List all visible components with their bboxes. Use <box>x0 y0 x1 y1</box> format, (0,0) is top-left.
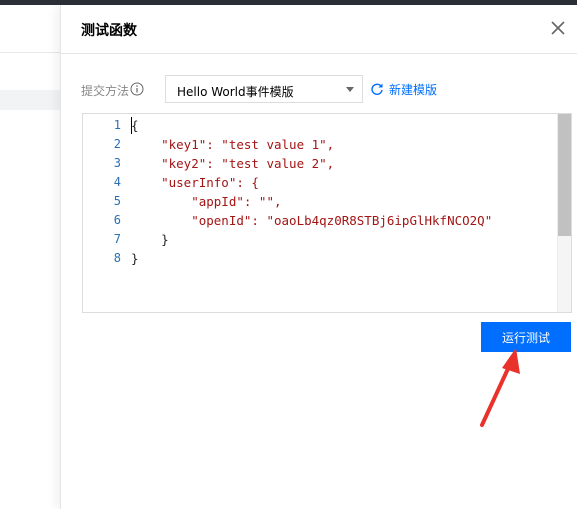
panel-title: 测试函数 <box>81 23 137 39</box>
line-number: 4 <box>113 175 121 189</box>
code-line: { <box>131 118 139 133</box>
background-page <box>0 5 60 509</box>
editor-scrollbar[interactable] <box>557 114 571 312</box>
refresh-icon[interactable] <box>370 82 384 96</box>
line-number: 3 <box>113 156 121 170</box>
code-line: "userInfo": { <box>131 175 259 190</box>
editor-scrollbar-thumb[interactable] <box>558 114 571 236</box>
code-line: "key1": "test value 1", <box>131 137 335 152</box>
new-template-link[interactable]: 新建模版 <box>389 81 437 98</box>
run-test-button[interactable]: 运行测试 <box>481 322 571 352</box>
line-number-gutter: 1 2 3 4 5 6 7 8 <box>83 114 129 312</box>
code-line: "key2": "test value 2", <box>131 156 335 171</box>
background-selected-row <box>0 90 60 110</box>
code-line: } <box>131 251 139 266</box>
line-number: 5 <box>113 194 121 208</box>
template-select[interactable]: Hello World事件模版 <box>165 75 363 103</box>
code-line: } <box>131 232 169 247</box>
line-number: 1 <box>113 118 121 132</box>
info-icon[interactable] <box>130 82 144 96</box>
code-line: "openId": "oaoLb4qz0R8STBj6ipGlHkfNCO2Q" <box>131 213 493 228</box>
background-divider <box>0 52 60 53</box>
code-editor[interactable]: 1 2 3 4 5 6 7 8 { "key1": "test value 1"… <box>82 113 572 313</box>
code-line: "appId": "", <box>131 194 282 209</box>
submit-method-label: 提交方法 <box>81 84 130 98</box>
test-function-panel: 测试函数 提交方法 Hello World事件模版 新建模版 1 2 3 4 5… <box>60 5 577 509</box>
header-divider <box>61 53 577 54</box>
template-select-value: Hello World事件模版 <box>177 85 294 99</box>
line-number: 6 <box>113 213 121 227</box>
line-number: 7 <box>113 232 121 246</box>
line-number: 8 <box>113 251 121 265</box>
close-icon[interactable] <box>549 19 567 37</box>
line-number: 2 <box>113 137 121 151</box>
chevron-down-icon <box>346 87 354 92</box>
